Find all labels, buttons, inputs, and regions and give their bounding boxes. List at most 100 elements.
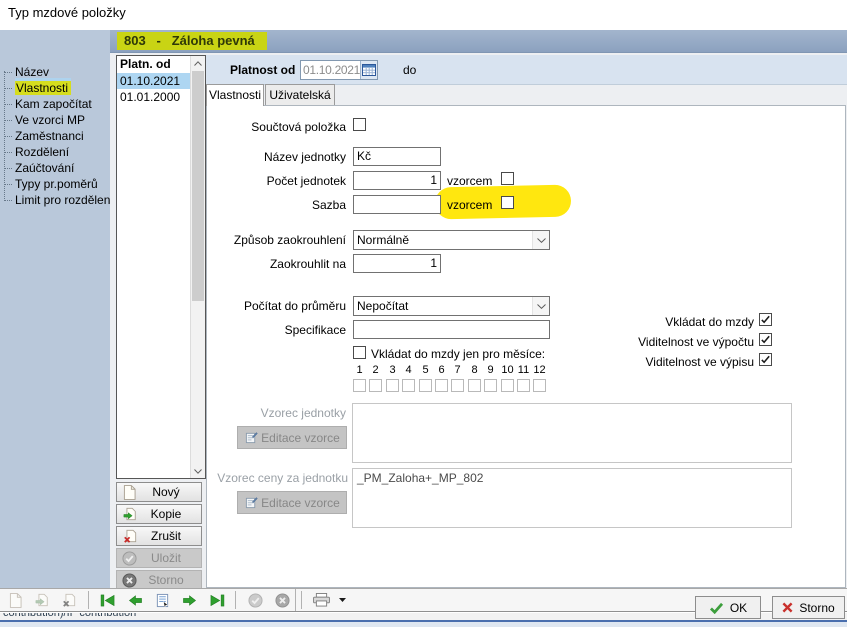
rate-formula-checkbox[interactable] bbox=[501, 196, 514, 209]
ok-button-label: OK bbox=[730, 601, 747, 615]
month-number: 4 bbox=[402, 364, 415, 376]
chevron-down-icon bbox=[532, 297, 549, 315]
month-number: 1 bbox=[353, 364, 366, 376]
unit-count-formula-checkbox[interactable] bbox=[501, 172, 514, 185]
previous-record-button[interactable] bbox=[123, 590, 147, 610]
copy-icon bbox=[35, 593, 49, 607]
round-to-label: Zaokrouhlit na bbox=[207, 257, 346, 271]
cancel-circle-icon bbox=[275, 593, 290, 608]
save-button-label: Uložit bbox=[139, 551, 193, 565]
month-number: 2 bbox=[369, 364, 382, 376]
window-title: Typ mzdové položky bbox=[8, 5, 126, 20]
month-number: 6 bbox=[435, 364, 448, 376]
sum-item-checkbox[interactable] bbox=[353, 118, 366, 131]
sidebar: Název Vlastnosti Kam započítat Ve vzorci… bbox=[0, 30, 110, 588]
months-only-checkbox[interactable] bbox=[353, 346, 366, 359]
rounding-method-select[interactable]: Normálně bbox=[353, 230, 550, 250]
calendar-icon bbox=[362, 64, 376, 76]
next-record-button[interactable] bbox=[177, 590, 201, 610]
round-to-field[interactable]: 1 bbox=[353, 254, 441, 273]
copy-button[interactable]: Kopie bbox=[116, 504, 202, 524]
scroll-down-icon[interactable] bbox=[191, 464, 205, 478]
payroll-item-type-window: Typ mzdové položky Název Vlastnosti Kam … bbox=[0, 0, 847, 627]
calendar-button[interactable] bbox=[360, 61, 377, 79]
sidebar-item-ve-vzorci-mp[interactable]: Ve vzorci MP bbox=[4, 112, 110, 128]
validity-from-value: 01.10.2021 bbox=[301, 61, 360, 79]
sum-item-label: Součtová položka bbox=[207, 120, 346, 134]
print-button[interactable] bbox=[309, 590, 333, 610]
validity-to-label: do bbox=[403, 63, 416, 77]
cancel-edit-button-label: Storno bbox=[139, 573, 193, 587]
month-number: 9 bbox=[484, 364, 497, 376]
status-left-text: contribution)/IF contribution bbox=[3, 613, 136, 619]
toolbar-new-button bbox=[3, 590, 27, 610]
printer-icon bbox=[313, 593, 330, 607]
tab-uzivatelska[interactable]: Uživatelská bbox=[265, 84, 335, 105]
sidebar-item-zamestnanci[interactable]: Zaměstnanci bbox=[4, 128, 110, 144]
visible-in-report-checkbox[interactable] bbox=[759, 353, 772, 366]
month-number: 8 bbox=[468, 364, 481, 376]
month-2-checkbox bbox=[369, 379, 382, 392]
record-header-bar: 803 - Záloha pevná bbox=[110, 30, 847, 53]
delete-button[interactable]: Zrušit bbox=[116, 526, 202, 546]
new-button[interactable]: Nový bbox=[116, 482, 202, 502]
sidebar-item-limit-pro-rozdeleni[interactable]: Limit pro rozdělení bbox=[4, 192, 110, 208]
unit-count-field[interactable]: 1 bbox=[353, 171, 441, 190]
validity-list-row[interactable]: 01.01.2000 bbox=[117, 89, 190, 105]
month-11-checkbox bbox=[517, 379, 530, 392]
edit-price-formula-button: Editace vzorce bbox=[237, 491, 347, 514]
visible-in-calculation-checkbox[interactable] bbox=[759, 333, 772, 346]
specification-field[interactable] bbox=[353, 320, 550, 339]
insert-to-wage-checkbox[interactable] bbox=[759, 313, 772, 326]
validity-list-row[interactable]: 01.10.2021 bbox=[117, 73, 190, 89]
edit-formula-icon bbox=[241, 496, 261, 509]
unit-name-field[interactable]: Kč bbox=[353, 147, 441, 166]
storno-button[interactable]: Storno bbox=[772, 596, 845, 619]
rate-field[interactable] bbox=[353, 195, 441, 214]
unit-name-label: Název jednotky bbox=[207, 150, 346, 164]
insert-to-wage-label: Vkládat do mzdy bbox=[537, 315, 754, 329]
delete-icon bbox=[62, 593, 76, 607]
ok-button[interactable]: OK bbox=[695, 596, 761, 619]
validity-list-header: Platn. od bbox=[117, 56, 190, 73]
chevron-down-icon bbox=[532, 231, 549, 249]
toolbar-separator bbox=[301, 591, 302, 609]
last-record-button[interactable] bbox=[204, 590, 228, 610]
unit-formula-textarea bbox=[352, 403, 792, 463]
validity-from-field[interactable]: 01.10.2021 bbox=[300, 60, 378, 80]
print-dropdown-button[interactable] bbox=[336, 590, 348, 610]
ok-check-icon bbox=[709, 602, 724, 614]
average-select[interactable]: Nepočítat bbox=[353, 296, 550, 316]
browse-records-button[interactable] bbox=[150, 590, 174, 610]
validity-from-label: Platnost od bbox=[230, 63, 295, 77]
sidebar-item-zauctovani[interactable]: Zaúčtování bbox=[4, 160, 110, 176]
month-7-checkbox bbox=[451, 379, 464, 392]
tab-vlastnosti[interactable]: Vlastnosti bbox=[206, 84, 264, 106]
sidebar-item-vlastnosti[interactable]: Vlastnosti bbox=[4, 80, 110, 96]
new-button-label: Nový bbox=[139, 485, 193, 499]
sidebar-item-rozdeleni[interactable]: Rozdělení bbox=[4, 144, 110, 160]
toolbar-delete-button bbox=[57, 590, 81, 610]
toolbar-separator bbox=[235, 591, 236, 609]
average-label: Počítat do průměru bbox=[207, 299, 346, 313]
scrollbar-thumb[interactable] bbox=[192, 71, 204, 301]
delete-button-label: Zrušit bbox=[139, 529, 193, 543]
month-3-checkbox bbox=[386, 379, 399, 392]
first-record-button[interactable] bbox=[96, 590, 120, 610]
sidebar-item-nazev[interactable]: Název bbox=[4, 64, 110, 80]
edit-formula-icon bbox=[241, 431, 261, 444]
save-circle-icon bbox=[248, 593, 263, 608]
scroll-up-icon[interactable] bbox=[191, 56, 205, 70]
sidebar-item-typy-pr-pomeru[interactable]: Typy pr.poměrů bbox=[4, 176, 110, 192]
rate-label: Sazba bbox=[207, 198, 346, 212]
month-number: 10 bbox=[501, 364, 514, 376]
storno-button-label: Storno bbox=[799, 601, 834, 615]
sidebar-item-kam-zapocitat[interactable]: Kam započítat bbox=[4, 96, 110, 112]
rate-formula-label: vzorcem bbox=[447, 198, 492, 212]
edit-unit-formula-button: Editace vzorce bbox=[237, 426, 347, 449]
new-document-icon bbox=[9, 593, 22, 608]
cancel-circle-icon bbox=[120, 573, 139, 588]
copy-icon bbox=[120, 507, 139, 521]
status-lower-strip bbox=[0, 622, 847, 627]
toolbar-copy-button bbox=[30, 590, 54, 610]
